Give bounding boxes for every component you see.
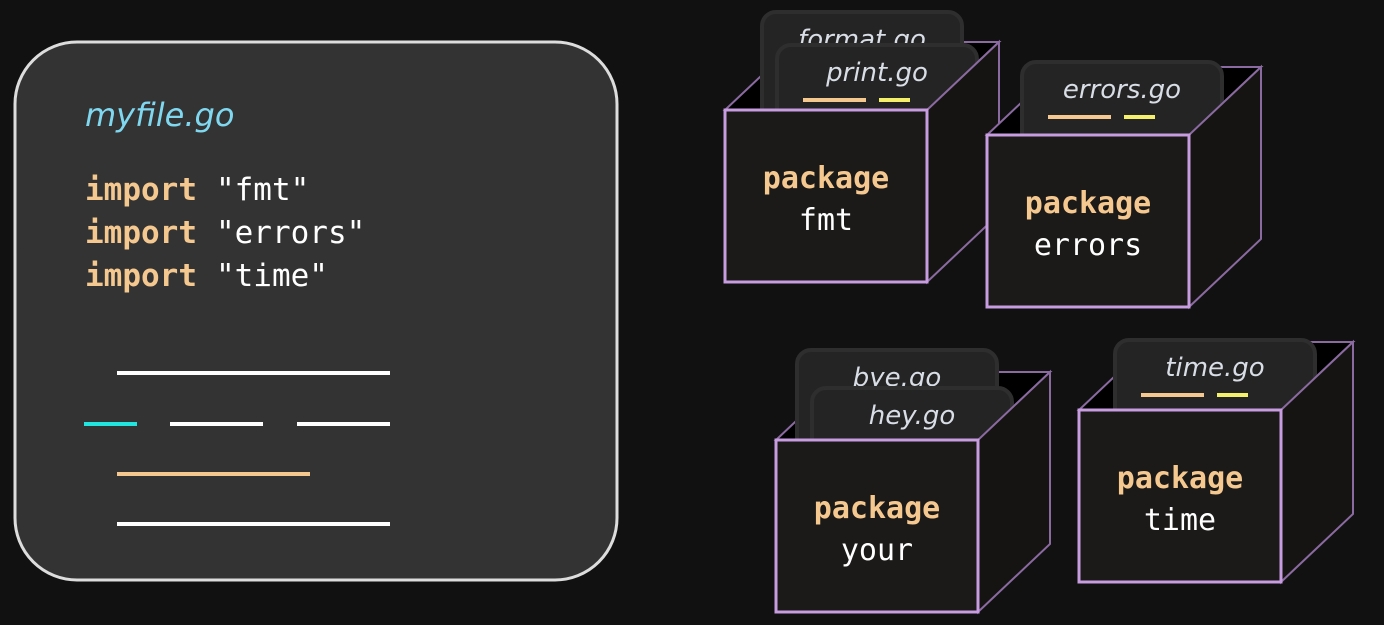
package-keyword: package [1025,186,1151,221]
package-box-fmt: format.goprint.gopackagefmt [722,10,1002,285]
import-keyword: import [85,215,197,251]
package-keyword: package [1117,461,1243,496]
file-name: hey.go [869,401,956,431]
import-path: "time" [216,258,328,294]
package-name: your [841,533,913,568]
package-name: errors [1034,228,1142,263]
import-keyword: import [85,172,197,208]
code-panel: myfile.go import "fmt" import "errors" imp… [13,40,619,582]
package-box-errors: errors.go package errors [984,60,1264,310]
box-front [1077,408,1283,584]
import-path: "errors" [216,215,365,251]
package-box-time: time.go package time [1076,338,1356,585]
box-front [985,133,1191,309]
package-keyword: package [763,161,889,196]
box-front [774,438,980,614]
package-keyword: package [814,491,940,526]
diagram: myfile.go import "fmt" import "errors" imp… [13,10,1356,615]
svg-text:import"errors": import "errors" [85,215,365,251]
file-name: time.go [1165,353,1264,383]
filename: myfile.go [85,96,234,134]
package-name: fmt [799,203,853,238]
import-path: "fmt" [216,172,309,208]
import-line: import "errors" [85,215,365,251]
import-keyword: import [85,258,197,294]
box-front [723,108,929,284]
package-name: time [1144,503,1216,538]
file-name: print.go [825,58,928,88]
file-name: errors.go [1063,75,1181,105]
package-box-your: bye.gohey.gopackageyour [773,348,1053,615]
